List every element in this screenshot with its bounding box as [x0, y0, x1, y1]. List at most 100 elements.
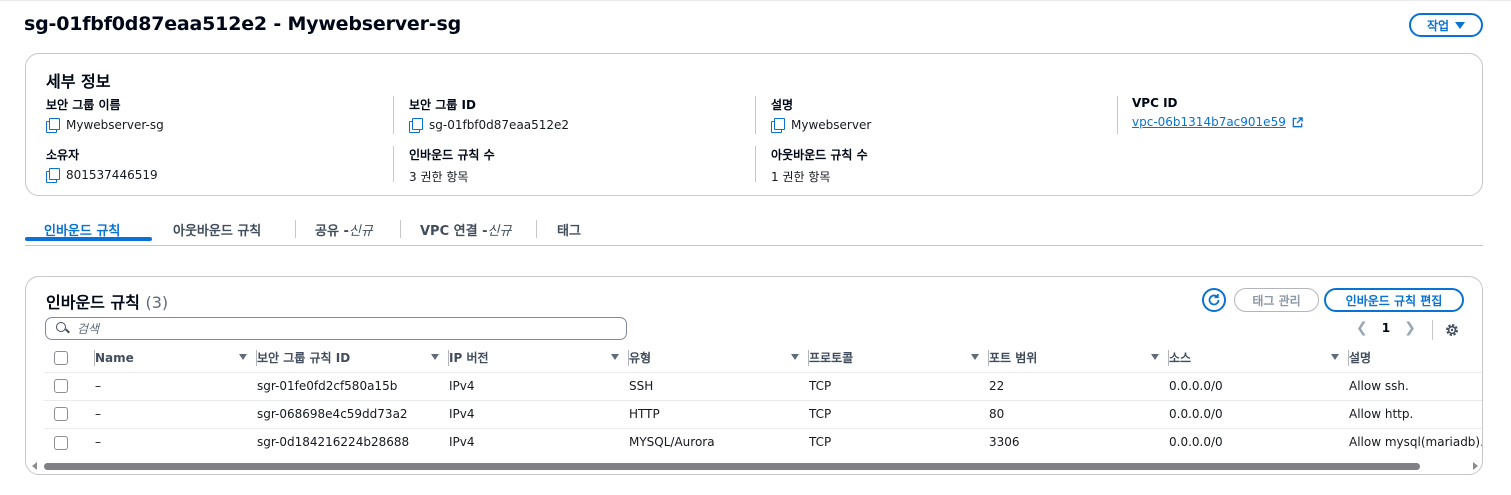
- column-label: 보안 그룹 규칙 ID: [257, 351, 351, 366]
- caret-down-icon: [1455, 21, 1466, 29]
- copy-icon[interactable]: [46, 118, 60, 133]
- chevron-left-icon[interactable]: ❮: [1356, 320, 1368, 336]
- vpc-id-link[interactable]: vpc-06b1314b7ac901e59: [1132, 115, 1286, 129]
- column-header-port-range[interactable]: 포트 범위: [989, 344, 1169, 372]
- manage-tags-button[interactable]: 태그 관리: [1234, 288, 1319, 312]
- cell-protocol: TCP: [809, 427, 989, 456]
- copy-icon[interactable]: [771, 118, 785, 133]
- rules-table: Name 보안 그룹 규칙 ID IP 버전 유형 프로토콜 포트 범위 소스 …: [44, 344, 1482, 456]
- page-title: sg-01fbf0d87eaa512e2 - Mywebserver-sg: [24, 13, 461, 35]
- rules-title-text: 인바운드 규칙: [46, 293, 140, 312]
- table-row[interactable]: – sgr-01fe0fd2cf580a15b IPv4 SSH TCP 22 …: [44, 371, 1482, 400]
- horizontal-scrollbar[interactable]: [30, 460, 1480, 472]
- divider: [1117, 96, 1118, 134]
- page-number[interactable]: 1: [1382, 321, 1390, 335]
- search-input[interactable]: [77, 321, 597, 336]
- tab-label: 아웃바운드 규칙: [173, 223, 262, 239]
- scrollbar-thumb[interactable]: [44, 463, 1420, 470]
- field-label: 설명: [771, 98, 794, 112]
- divider: [393, 146, 394, 182]
- edit-inbound-rules-button[interactable]: 인바운드 규칙 편집: [1324, 288, 1464, 312]
- column-label: Name: [95, 350, 134, 365]
- column-header-source[interactable]: 소스: [1169, 344, 1349, 372]
- divider: [755, 146, 756, 182]
- column-header-rule-id[interactable]: 보안 그룹 규칙 ID: [257, 344, 449, 372]
- cell-source: 0.0.0.0/0: [1169, 399, 1349, 428]
- copy-icon[interactable]: [46, 168, 60, 183]
- tab-divider: [295, 220, 296, 238]
- tab-tags[interactable]: 태그: [557, 213, 581, 245]
- select-all-checkbox[interactable]: [54, 351, 68, 365]
- table-header-row: Name 보안 그룹 규칙 ID IP 버전 유형 프로토콜 포트 범위 소스 …: [44, 344, 1482, 372]
- column-header-protocol[interactable]: 프로토콜: [809, 344, 989, 372]
- field-inbound-count: 인바운드 규칙 수 3 권한 항목: [409, 146, 749, 185]
- cell-source: 0.0.0.0/0: [1169, 427, 1349, 456]
- field-sg-name: 보안 그룹 이름 Mywebserver-sg: [46, 96, 386, 133]
- column-header-name[interactable]: Name: [95, 344, 257, 372]
- cell-port-range: 3306: [989, 427, 1169, 456]
- tab-label: 태그: [557, 223, 581, 239]
- row-checkbox[interactable]: [54, 407, 68, 422]
- sort-icon: [971, 354, 979, 360]
- tab-vpc-associations[interactable]: VPC 연결 - 신규: [420, 213, 511, 245]
- gear-icon[interactable]: [1444, 322, 1460, 338]
- search-icon: [56, 322, 69, 335]
- cell-name: –: [95, 427, 257, 456]
- cell-type: MYSQL/Aurora: [629, 427, 809, 456]
- column-label: 소스: [1169, 351, 1192, 366]
- column-header-type[interactable]: 유형: [629, 344, 809, 372]
- field-value: Mywebserver: [791, 118, 872, 132]
- table-row[interactable]: – sgr-0d184216224b28688 IPv4 MYSQL/Auror…: [44, 427, 1482, 456]
- field-owner: 소유자 801537446519: [46, 146, 386, 183]
- field-value: 801537446519: [66, 168, 158, 182]
- table-row[interactable]: – sgr-068698e4c59dd73a2 IPv4 HTTP TCP 80…: [44, 399, 1482, 428]
- copy-icon[interactable]: [409, 118, 423, 133]
- active-tab-indicator: [25, 237, 152, 241]
- column-header-ip-version[interactable]: IP 버전: [449, 344, 629, 372]
- cell-description: Allow ssh.: [1349, 371, 1482, 400]
- field-outbound-count: 아웃바운드 규칙 수 1 권한 항목: [771, 146, 1111, 185]
- field-sg-id: 보안 그룹 ID sg-01fbf0d87eaa512e2: [409, 96, 749, 133]
- cell-type: SSH: [629, 371, 809, 400]
- row-checkbox[interactable]: [54, 379, 68, 394]
- field-value: 3 권한 항목: [409, 170, 469, 184]
- divider: [755, 96, 756, 134]
- column-header-description[interactable]: 설명: [1349, 344, 1482, 372]
- select-all-cell: [44, 344, 95, 372]
- cell-rule-id: sgr-01fe0fd2cf580a15b: [257, 371, 449, 400]
- pagination: ❮ 1 ❯: [1356, 320, 1416, 336]
- field-label: 인바운드 규칙 수: [409, 148, 495, 162]
- new-badge: 신규: [487, 223, 512, 239]
- cell-type: HTTP: [629, 399, 809, 428]
- tab-outbound-rules[interactable]: 아웃바운드 규칙: [173, 213, 261, 245]
- column-label: 포트 범위: [989, 351, 1038, 366]
- refresh-icon: [1208, 294, 1220, 306]
- security-group-page: sg-01fbf0d87eaa512e2 - Mywebserver-sg 작업…: [0, 0, 1511, 495]
- cell-ip-version: IPv4: [449, 427, 629, 456]
- search-box[interactable]: [45, 317, 627, 340]
- field-value: sg-01fbf0d87eaa512e2: [429, 118, 570, 132]
- scroll-right-icon[interactable]: [1473, 462, 1478, 470]
- new-badge: 신규: [348, 223, 373, 239]
- rules-title: 인바운드 규칙 (3): [46, 289, 168, 313]
- sort-icon: [791, 354, 799, 360]
- refresh-button[interactable]: [1202, 288, 1226, 312]
- cell-rule-id: sgr-0d184216224b28688: [257, 427, 449, 456]
- cell-description: Allow mysql(mariadb).: [1349, 427, 1482, 456]
- cell-description: Allow http.: [1349, 399, 1482, 428]
- tab-label: 인바운드 규칙: [44, 223, 121, 239]
- chevron-right-icon[interactable]: ❯: [1404, 320, 1416, 336]
- tab-label: VPC 연결 -: [420, 223, 488, 239]
- scroll-left-icon[interactable]: [32, 462, 37, 470]
- field-label: 보안 그룹 ID: [409, 98, 476, 112]
- field-vpc-id: VPC ID vpc-06b1314b7ac901e59: [1132, 96, 1472, 129]
- sort-icon: [431, 354, 439, 360]
- actions-button[interactable]: 작업: [1409, 13, 1483, 37]
- field-value: 1 권한 항목: [771, 170, 831, 184]
- rules-count: (3): [145, 293, 169, 312]
- tab-sharing[interactable]: 공유 - 신규: [315, 213, 373, 245]
- cell-name: –: [95, 371, 257, 400]
- row-checkbox[interactable]: [54, 435, 68, 450]
- external-link-icon[interactable]: [1292, 116, 1303, 128]
- inbound-rules-panel: 인바운드 규칙 (3) 태그 관리 인바운드 규칙 편집 ❮ 1 ❯: [25, 276, 1483, 475]
